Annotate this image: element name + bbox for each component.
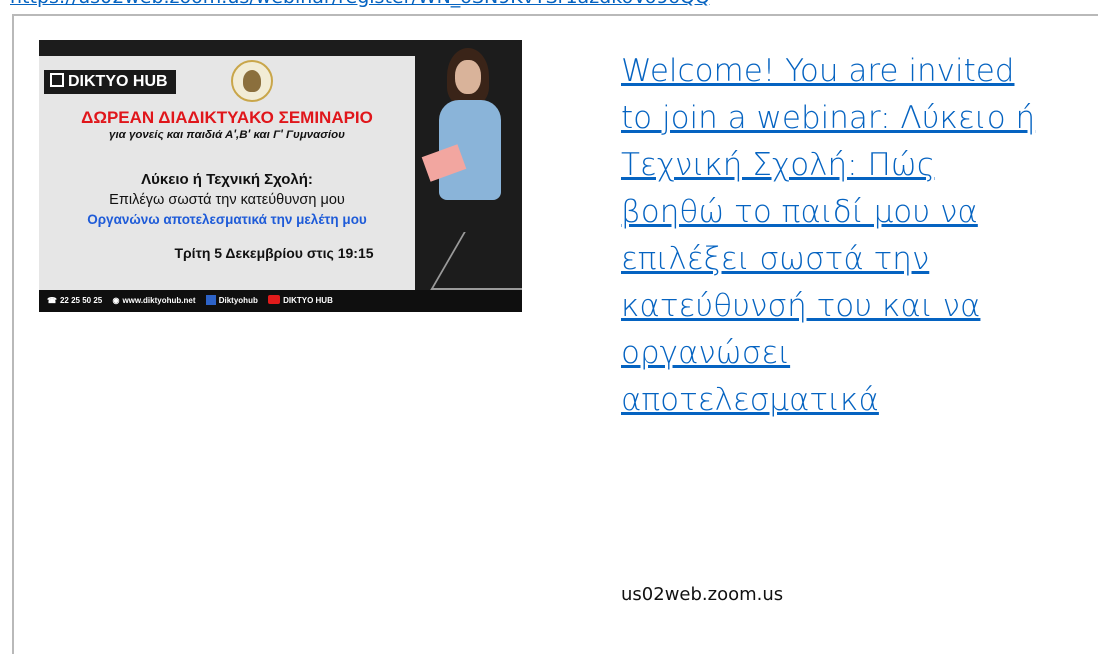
brand-name: DIKTYO HUB bbox=[68, 73, 168, 90]
facebook-icon bbox=[205, 295, 216, 305]
thumbnail-date: Τρίτη 5 Δεκεμβρίου στις 19:15 bbox=[174, 245, 374, 261]
footer-facebook: Diktyohub bbox=[218, 296, 258, 305]
brand-logo: DIKTYO HUB bbox=[44, 70, 176, 94]
youtube-icon bbox=[268, 295, 281, 304]
webinar-title-link[interactable]: Welcome! You are invited to join a webin… bbox=[621, 48, 1041, 424]
phone-icon: ☎ bbox=[47, 296, 57, 305]
footer-phone: 22 25 50 25 bbox=[59, 296, 103, 305]
footer-youtube: DIKTYO HUB bbox=[283, 296, 333, 305]
thumbnail-line1: Επιλέγω σωστά την κατεύθυνση μου bbox=[109, 192, 345, 208]
thumbnail-subheadline: για γονείς και παιδιά Α',Β' και Γ' Γυμνα… bbox=[109, 129, 345, 141]
link-domain: us02web.zoom.us bbox=[621, 584, 784, 605]
thumbnail-footer: ☎ 22 25 50 25 ◉ www.diktyohub.net Diktyohu… bbox=[39, 290, 522, 312]
thumbnail-panel: DIKTYO HUB ΔΩΡΕΑΝ ΔΙΑΔΙΚΤΥΑΚΟ ΣΕΜΙΝΑΡΙΟ … bbox=[39, 56, 415, 312]
seal-icon bbox=[231, 60, 273, 102]
webinar-thumbnail[interactable]: DIKTYO HUB ΔΩΡΕΑΝ ΔΙΑΔΙΚΤΥΑΚΟ ΣΕΜΙΝΑΡΙΟ … bbox=[39, 40, 522, 312]
top-url-link[interactable]: https://us02web.zoom.us/webinar/register… bbox=[10, 0, 1100, 8]
thumbnail-topic: Λύκειο ή Τεχνική Σχολή: bbox=[141, 171, 313, 188]
globe-icon: ◉ bbox=[112, 296, 120, 305]
thumbnail-headline: ΔΩΡΕΑΝ ΔΙΑΔΙΚΤΥΑΚΟ ΣΕΜΙΝΑΡΙΟ bbox=[81, 108, 373, 127]
footer-web: www.diktyohub.net bbox=[122, 296, 196, 305]
thumbnail-line2: Οργανώνω αποτελεσματικά την μελέτη μου bbox=[87, 212, 367, 227]
